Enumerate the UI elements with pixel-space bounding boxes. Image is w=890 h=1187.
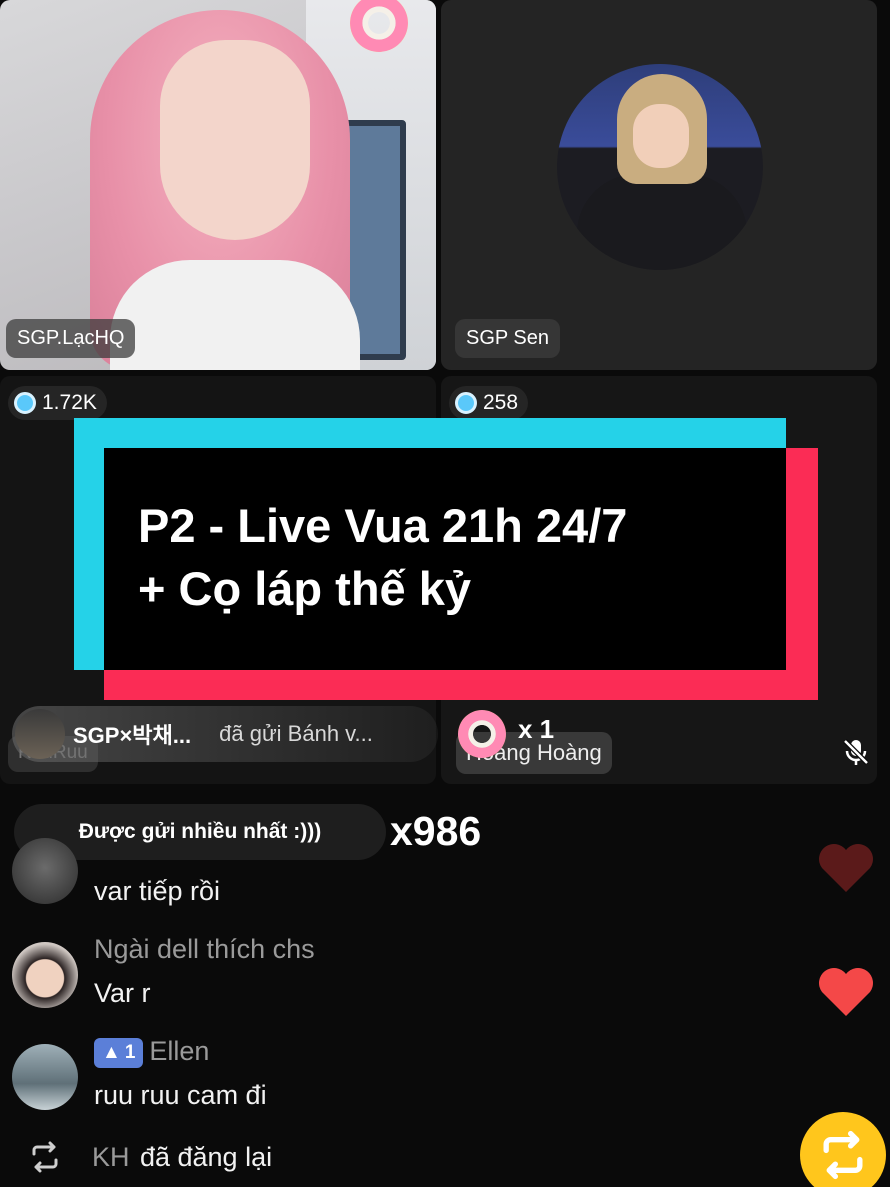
repost-button[interactable] [800,1112,886,1187]
muted-mic-icon[interactable] [840,736,872,768]
banner-line-1: P2 - Live Vua 21h 24/7 [138,499,628,552]
tile-name-lachq[interactable]: SGP.LạcHQ [6,319,136,358]
level-arrow-icon: ▲ [102,1041,121,1063]
heart-icon [819,844,873,892]
comment-username[interactable]: Ngài dell thích chs [94,934,315,965]
viewer-count-badge: 1.72K [8,386,107,420]
video-tile-lachq[interactable]: SGP.LạcHQ [0,0,436,370]
viewer-count-badge: 258 [449,386,529,420]
comment-username-row: ▲ 1 Ellen [94,1036,209,1068]
banner-line-2: + Cọ láp thế kỷ [138,562,472,615]
level-badge: ▲ 1 [94,1037,144,1068]
viewer-count: 258 [483,391,519,414]
streamer-face [160,40,310,240]
like-heart-icon[interactable] [814,960,878,1024]
viewer-count: 1.72K [42,391,97,414]
comment-username[interactable]: Ellen [149,1036,209,1066]
avatar-face [633,104,689,168]
avatar [557,64,763,270]
repost-username[interactable]: KH [92,1142,130,1172]
avatar[interactable] [12,942,78,1008]
comment-text: Var r [94,978,151,1008]
gift-message: đã gửi Bánh v... [219,721,373,746]
repost-text: đã đăng lại [139,1141,273,1172]
donut-gift-icon [458,710,506,758]
comment-text: ruu ruu cam đi [94,1080,267,1110]
avatar[interactable] [12,838,78,904]
streamer-shirt [110,260,360,370]
tile-name-sen[interactable]: SGP Sen [455,319,561,358]
banner-title: P2 - Live Vua 21h 24/7 + Cọ láp thế kỷ [138,494,627,620]
level-number: 1 [124,1041,136,1063]
gem-icon [14,392,36,414]
avatar-body [577,174,747,270]
most-sent-count: x986 [390,808,482,854]
repost-notice: KH đã đăng lại [28,1140,272,1174]
repost-icon [823,1130,863,1180]
gift-sender: SGP×박채... [73,723,192,748]
repost-icon [32,1141,58,1173]
gem-icon [455,392,477,414]
avatar[interactable] [12,1044,78,1110]
avatar [15,709,65,759]
video-tile-sen[interactable]: SGP Sen [441,0,877,370]
gift-count: x 1 [518,714,555,744]
comment-text: var tiếp rồi [94,876,221,906]
gift-notification: SGP×박채... đã gửi Bánh v... [12,706,438,762]
